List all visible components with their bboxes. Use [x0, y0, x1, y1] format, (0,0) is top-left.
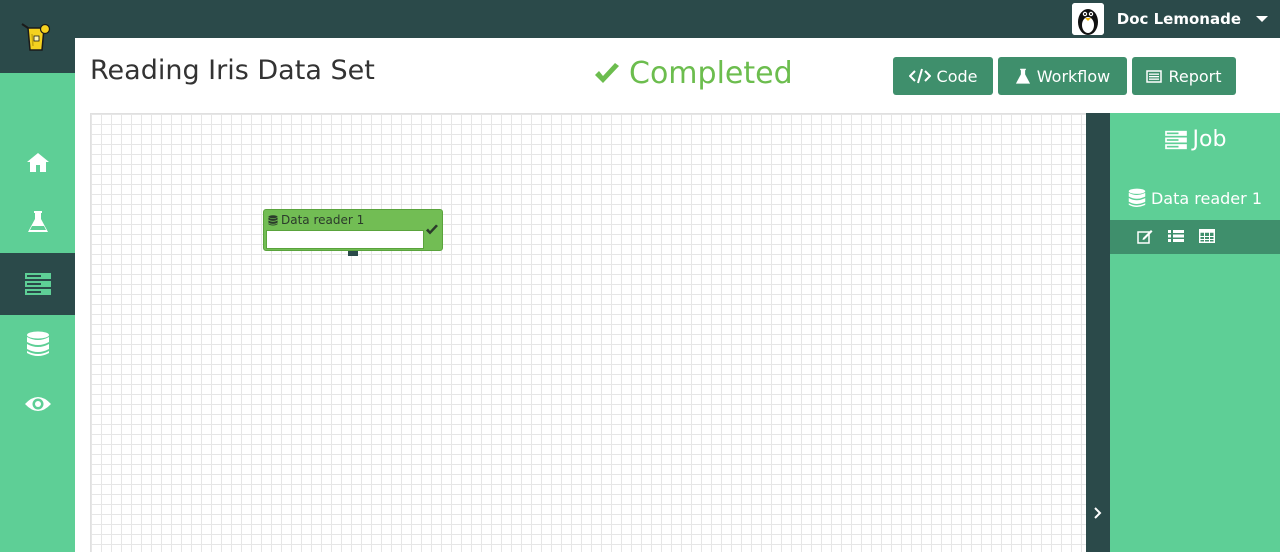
sidebar: [0, 73, 75, 552]
node-title-label: Data reader 1: [281, 213, 365, 227]
node-progress-field: [266, 230, 424, 249]
database-icon: [1128, 188, 1146, 207]
report-button[interactable]: Report: [1132, 57, 1236, 95]
report-button-label: Report: [1168, 66, 1222, 86]
sidebar-item-experiments[interactable]: [0, 191, 75, 253]
check-icon: [426, 224, 438, 235]
status-text: Completed: [629, 56, 793, 91]
sidebar-item-datasources[interactable]: [0, 313, 75, 375]
workflow-canvas[interactable]: [90, 113, 1086, 552]
job-panel: Job Data reader 1: [1110, 113, 1280, 552]
workflow-node[interactable]: Data reader 1: [263, 209, 443, 251]
server-icon: [24, 273, 51, 295]
app-logo[interactable]: [0, 0, 75, 73]
user-name: Doc Lemonade: [1116, 10, 1241, 28]
node-title: Data reader 1: [268, 213, 364, 227]
code-button-label: Code: [936, 66, 978, 86]
job-status: Completed: [593, 56, 793, 91]
edit-icon[interactable]: [1137, 229, 1153, 244]
user-avatar: [1071, 3, 1104, 35]
top-bar: Doc Lemonade: [0, 0, 1280, 38]
flask-icon: [27, 211, 48, 232]
database-icon: [26, 331, 49, 356]
chevron-right-icon[interactable]: [1093, 506, 1103, 520]
check-icon: [595, 62, 619, 83]
code-icon: [908, 68, 931, 84]
job-task-label: Data reader 1: [1150, 188, 1262, 208]
eye-icon: [24, 397, 51, 411]
panel-divider: [1086, 113, 1110, 552]
code-button[interactable]: Code: [893, 57, 993, 95]
node-output-port[interactable]: [348, 251, 358, 256]
job-panel-title-label: Job: [1192, 127, 1227, 152]
job-panel-title: Job: [1110, 127, 1280, 152]
sidebar-item-home[interactable]: [0, 131, 75, 193]
list-icon[interactable]: [1168, 229, 1184, 243]
chevron-down-icon[interactable]: [1256, 16, 1268, 22]
page-title: Reading Iris Data Set: [90, 55, 375, 86]
database-icon: [268, 214, 278, 225]
server-icon: [1164, 130, 1187, 149]
workflow-button-label: Workflow: [1036, 66, 1111, 86]
table-icon[interactable]: [1199, 229, 1215, 243]
home-icon: [26, 153, 49, 172]
job-task-actions: [1110, 220, 1280, 254]
flask-icon: [1015, 68, 1030, 84]
user-menu[interactable]: Doc Lemonade: [1071, 2, 1268, 36]
report-icon: [1146, 69, 1163, 83]
sidebar-item-jobs[interactable]: [0, 253, 75, 315]
job-task-item[interactable]: Data reader 1: [1110, 188, 1280, 208]
sidebar-item-visualizations[interactable]: [0, 373, 75, 435]
lemonade-glass-icon: [21, 23, 51, 51]
workflow-button[interactable]: Workflow: [998, 57, 1127, 95]
